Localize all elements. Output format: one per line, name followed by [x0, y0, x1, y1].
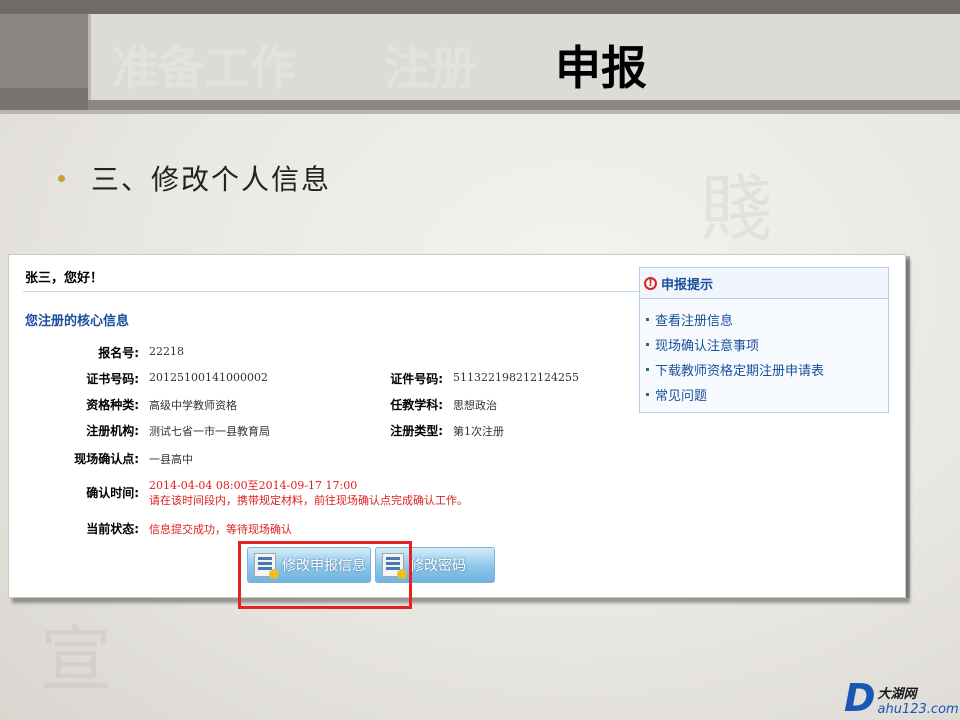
cert-no-value: 20125100141000002	[149, 371, 268, 384]
subject-label: 任教学科:	[390, 398, 443, 412]
reg-type-label: 注册类型:	[390, 424, 443, 438]
embedded-screenshot: 张三，您好！ 您注册的核心信息 报名号: 22218 证书号码: 2012510…	[8, 254, 906, 609]
subject-value: 思想政治	[453, 399, 497, 412]
greeting-divider	[23, 291, 639, 292]
site-label: 现场确认点:	[74, 452, 139, 466]
tips-list: 查看注册信息 现场确认注意事项 下载教师资格定期注册申请表 常见问题	[640, 299, 888, 407]
agency-label: 注册机构:	[86, 424, 139, 438]
reg-type-value: 第1次注册	[453, 425, 504, 438]
greeting-text: 张三，您好！	[25, 271, 104, 286]
tip-link-download-form[interactable]: 下载教师资格定期注册申请表	[646, 357, 888, 382]
tab-preparation: 准备工作	[112, 41, 296, 95]
logo-cn-text: 大湖网	[877, 687, 917, 702]
qual-type-label: 资格种类:	[86, 398, 139, 412]
tab-registration: 注册	[384, 41, 476, 95]
bullet-dot-icon	[58, 174, 65, 182]
tip-link-onsite-notes[interactable]: 现场确认注意事项	[646, 332, 888, 357]
logo-en-text: ahu123.com	[877, 702, 959, 717]
tip-link-view-registration[interactable]: 查看注册信息	[646, 307, 888, 332]
alert-icon: !	[644, 276, 657, 290]
logo-text: 大湖网 ahu123.com	[878, 683, 959, 717]
modify-password-label: 修改密码	[410, 558, 466, 574]
reg-no-value: 22218	[149, 345, 184, 358]
confirm-time-note: 请在该时间段内，携带规定材料，前往现场确认点完成确认工作。	[149, 494, 468, 507]
highlight-frame	[238, 541, 412, 609]
header-divider	[0, 110, 960, 114]
logo-letter: D	[844, 676, 876, 720]
tip-link-faq[interactable]: 常见问题	[646, 382, 888, 407]
id-no-value: 511322198212124255	[453, 371, 579, 384]
status-label: 当前状态:	[86, 522, 139, 536]
tips-header: ! 申报提示	[640, 268, 888, 299]
tips-panel: ! 申报提示 查看注册信息 现场确认注意事项 下载教师资格定期注册申请表 常见问…	[639, 267, 889, 413]
header-corner-block	[0, 88, 88, 110]
background-calligraphy: 賤	[700, 167, 773, 251]
bullet-text: 三、修改个人信息	[91, 163, 332, 196]
background-calligraphy: 宣	[40, 617, 113, 701]
tips-title: 申报提示	[661, 277, 714, 293]
tab-application: 申报	[555, 41, 647, 95]
qual-type-value: 高级中学教师资格	[149, 399, 237, 412]
confirm-time-label: 确认时间:	[86, 486, 139, 500]
core-info-title: 您注册的核心信息	[25, 314, 130, 329]
header-top-bar	[0, 0, 960, 14]
site-logo: D 大湖网 ahu123.com	[844, 679, 959, 717]
reg-no-label: 报名号:	[98, 346, 139, 360]
status-value: 信息提交成功，等待现场确认	[149, 523, 292, 536]
cert-no-label: 证书号码:	[86, 372, 139, 386]
confirm-time-value: 2014-04-04 08:00至2014-09-17 17:00	[149, 479, 358, 492]
id-no-label: 证件号码:	[390, 372, 443, 386]
site-value: 一县高中	[149, 453, 193, 466]
agency-value: 测试七省一市一县教育局	[149, 425, 270, 438]
bullet-item: 三、修改个人信息	[58, 158, 331, 198]
